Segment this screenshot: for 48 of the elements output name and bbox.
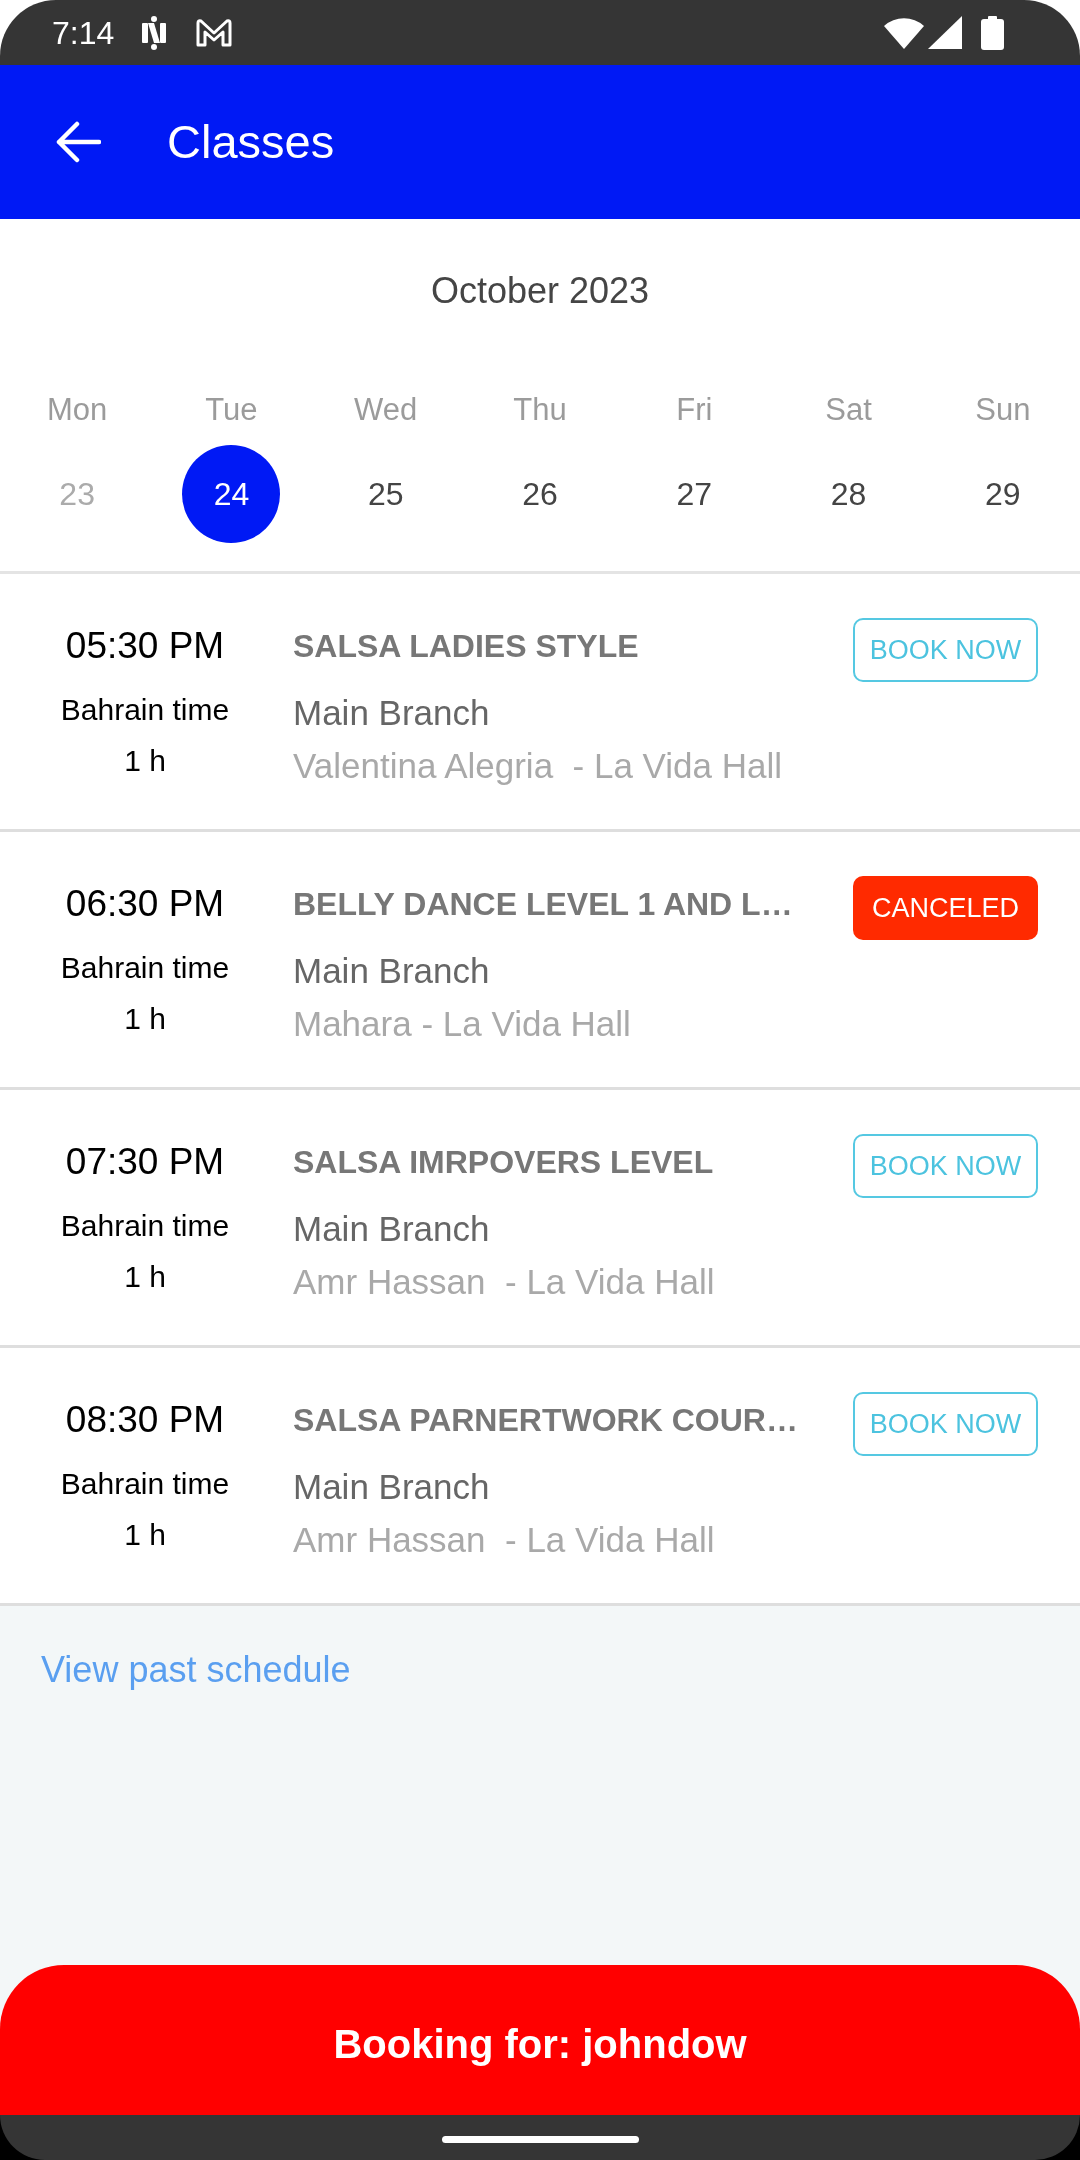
status-badge: CANCELED (853, 876, 1038, 940)
weekday-label: Thu (513, 391, 567, 429)
weekday-label: Mon (47, 391, 108, 429)
duration-label: 1 h (124, 1517, 166, 1553)
status-time: 7:14 (52, 13, 115, 53)
date-button[interactable]: 28 (799, 445, 898, 543)
mail-icon (195, 17, 234, 48)
branch-name: Main Branch (293, 950, 490, 992)
class-time: 08:30 PM (65, 1398, 225, 1442)
weekday-label: Tue (205, 391, 258, 429)
date-button[interactable]: 24 (182, 445, 281, 543)
timezone-label: Bahrain time (60, 692, 230, 728)
class-title: BELLY DANCE LEVEL 1 AND L… (293, 885, 793, 924)
back-icon[interactable] (55, 121, 101, 163)
date-button[interactable]: 29 (953, 445, 1052, 543)
branch-name: Main Branch (293, 1208, 490, 1250)
weekday-label: Sun (975, 391, 1031, 429)
class-title: SALSA LADIES STYLE (293, 627, 639, 666)
class-details: Mahara - La Vida Hall (293, 1003, 631, 1045)
duration-label: 1 h (124, 743, 166, 779)
class-title: SALSA IMRPOVERS LEVEL (293, 1143, 714, 1182)
signal-icon (928, 16, 962, 49)
class-title: SALSA PARNERTWORK COUR… (293, 1401, 798, 1440)
duration-label: 1 h (124, 1001, 166, 1037)
weekday-label: Sat (825, 391, 872, 429)
weekday-label: Wed (354, 391, 418, 429)
app-notification-icon (140, 15, 169, 50)
class-details: Amr Hassan - La Vida Hall (293, 1261, 715, 1303)
branch-name: Main Branch (293, 692, 490, 734)
screen-title: Classes (167, 114, 335, 170)
date-button[interactable]: 27 (645, 445, 744, 543)
class-details: Valentina Alegria - La Vida Hall (293, 745, 782, 787)
weekday-label: Fri (676, 391, 713, 429)
date-button[interactable]: 25 (336, 445, 435, 543)
class-time: 06:30 PM (65, 882, 225, 926)
class-details: Amr Hassan - La Vida Hall (293, 1519, 715, 1561)
duration-label: 1 h (124, 1259, 166, 1295)
month-title: October 2023 (430, 269, 650, 313)
timezone-label: Bahrain time (60, 950, 230, 986)
date-button[interactable]: 26 (491, 445, 589, 543)
class-time: 05:30 PM (65, 624, 225, 668)
wifi-icon (884, 16, 924, 49)
timezone-label: Bahrain time (60, 1208, 230, 1244)
branch-name: Main Branch (293, 1466, 490, 1508)
timezone-label: Bahrain time (60, 1466, 230, 1502)
class-time: 07:30 PM (65, 1140, 225, 1184)
battery-icon (981, 15, 1004, 50)
booking-button[interactable]: Booking for: johndow (0, 1965, 1080, 2115)
